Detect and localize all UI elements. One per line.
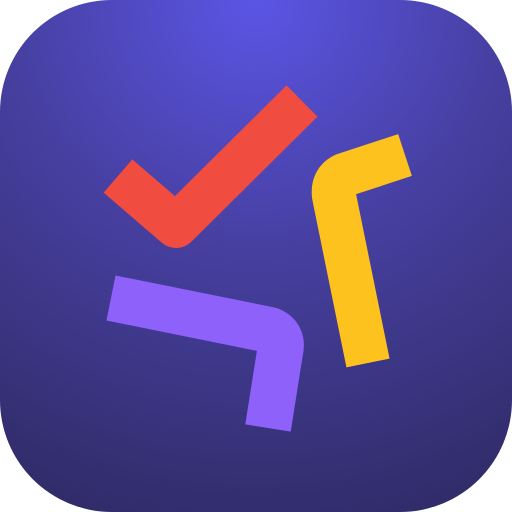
icon-canvas <box>0 0 512 512</box>
app-icon[interactable] <box>0 0 512 512</box>
icon-background <box>0 0 512 512</box>
